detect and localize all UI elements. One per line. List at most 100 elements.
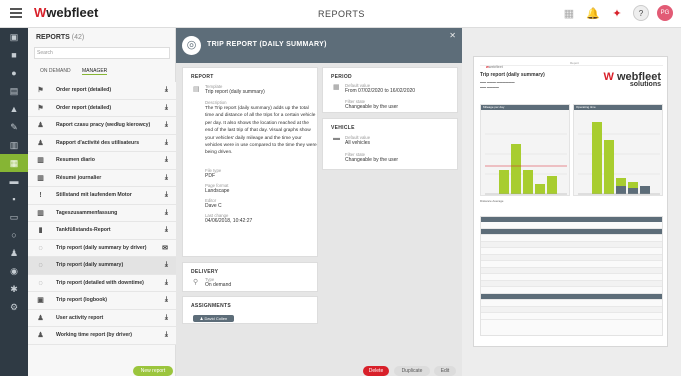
- download-icon[interactable]: ⤓: [165, 174, 168, 182]
- list-item[interactable]: ⚑ Order report (detailed) ⤓: [28, 99, 176, 117]
- close-icon[interactable]: ✕: [449, 31, 456, 40]
- assignments-card: ASSIGNMENTS ♟ David Collen: [182, 296, 318, 324]
- chart-icon: ▥: [37, 174, 44, 182]
- top-bar: Wwebfleet REPORTS ▦ 🔔 ✦ ? PG: [0, 0, 681, 28]
- list-item[interactable]: ♟ Working time report (by driver) ⤓: [28, 327, 176, 345]
- logbook-icon: ▣: [37, 297, 44, 304]
- signal-icon[interactable]: ◉: [0, 262, 28, 280]
- download-icon[interactable]: ⤓: [165, 314, 168, 322]
- driver-icon: ♟: [37, 122, 44, 129]
- settings-icon[interactable]: ✱: [0, 280, 28, 298]
- preview-header: wwebfleet Report: [480, 61, 663, 69]
- list-item[interactable]: ▣ Trip report (logbook) ⤓: [28, 292, 176, 310]
- car-icon: ▬: [333, 135, 340, 142]
- dashboard-icon[interactable]: ▣: [0, 28, 28, 46]
- charts-icon[interactable]: ▥: [0, 136, 28, 154]
- email-icon[interactable]: ✉: [162, 244, 168, 252]
- help-icon[interactable]: ?: [633, 5, 649, 21]
- preview-chart-right: Operating time: [573, 104, 663, 196]
- route-icon: ◌: [38, 244, 43, 252]
- list-item[interactable]: ! Stillstand mit laufendem Motor ⤓: [28, 187, 176, 205]
- trucks-icon[interactable]: ▪: [0, 190, 28, 208]
- download-icon[interactable]: ⤓: [165, 139, 168, 147]
- hamburger-menu-icon[interactable]: [10, 8, 22, 18]
- vehicle-value: All vehicles: [345, 140, 371, 146]
- download-icon[interactable]: ⤓: [165, 296, 168, 304]
- gear-icon[interactable]: ⚙: [0, 298, 28, 316]
- vehicle-card: VEHICLE ▬ Default value All vehicles Fil…: [322, 118, 458, 170]
- section-heading: VEHICLE: [331, 125, 355, 131]
- download-icon[interactable]: ⤓: [165, 104, 168, 112]
- delete-button[interactable]: Delete: [363, 366, 389, 376]
- bell-icon[interactable]: 🔔: [585, 5, 601, 21]
- template-icon: ▤: [193, 86, 200, 93]
- list-item[interactable]: ♟ User activity report ⤓: [28, 309, 176, 327]
- download-icon[interactable]: ⤓: [165, 261, 168, 269]
- alerts-icon[interactable]: ▲: [0, 100, 28, 118]
- report-preview: wwebfleet Report Trip report (daily summ…: [473, 56, 668, 347]
- stacked-bar-chart: [578, 122, 660, 195]
- tab-on-demand[interactable]: ON DEMAND: [40, 68, 71, 74]
- duplicate-button[interactable]: Duplicate: [394, 366, 430, 376]
- user-avatar[interactable]: PG: [657, 5, 673, 21]
- tab-manager[interactable]: MANAGER: [82, 68, 108, 75]
- template-value: Trip report (daily summary): [205, 89, 265, 95]
- page-title: REPORTS: [318, 9, 365, 19]
- section-heading: REPORT: [191, 74, 214, 80]
- reports-title: REPORTS (42): [36, 34, 85, 41]
- vehicles-icon[interactable]: ■: [0, 46, 28, 64]
- drivers-icon[interactable]: ●: [0, 64, 28, 82]
- list-item[interactable]: ▥ Resumen diario ⤓: [28, 152, 176, 170]
- list-item[interactable]: ▥ Tageszusammenfassung ⤓: [28, 204, 176, 222]
- report-detail-panel: ◎ TRIP REPORT (DAILY SUMMARY) ✕ REPORT ▤…: [176, 28, 462, 376]
- clock-icon[interactable]: ○: [0, 226, 28, 244]
- reports-icon[interactable]: ▦: [0, 154, 28, 172]
- list-item[interactable]: ♟ Rapport d'activité des utilisateurs ⤓: [28, 134, 176, 152]
- route-icon: ◎: [182, 36, 201, 55]
- filetype-value: PDF: [205, 173, 215, 179]
- new-report-button[interactable]: New report: [133, 366, 173, 376]
- chart-legend: Distance Average: [480, 199, 504, 203]
- report-card: REPORT ▤ Template Trip report (daily sum…: [182, 67, 318, 257]
- webfleet-logo[interactable]: Wwebfleet: [34, 5, 98, 20]
- period-filter-value: Changeable by the user: [345, 104, 399, 110]
- alert-icon: !: [39, 192, 42, 199]
- tools-icon[interactable]: ✦: [609, 5, 625, 21]
- list-item[interactable]: ♟ Raport czasu pracy (według kierowcy) ⤓: [28, 117, 176, 135]
- list-item[interactable]: ◌ Trip report (daily summary by driver) ✉: [28, 239, 176, 257]
- preview-meta: ▬▬ ▬▬▬▬: [480, 85, 499, 89]
- download-icon[interactable]: ⤓: [165, 279, 168, 287]
- list-item[interactable]: ◌ Trip report (detailed with downtime) ⤓: [28, 274, 176, 292]
- orders-icon[interactable]: ▬: [0, 172, 28, 190]
- detail-header: ◎ TRIP REPORT (DAILY SUMMARY) ✕: [176, 28, 462, 63]
- tools-nav-icon[interactable]: ✎: [0, 118, 28, 136]
- route-icon: ◌: [38, 279, 43, 287]
- user-route-icon: ⚑: [37, 104, 44, 112]
- section-heading: PERIOD: [331, 74, 352, 80]
- route-icon: ◌: [38, 262, 43, 269]
- download-icon[interactable]: ⤓: [165, 86, 168, 94]
- reports-panel: REPORTS (42) Search ON DEMAND MANAGER ⚑ O…: [28, 28, 176, 376]
- preview-meta: ▬▬ ▬▬▬ ▬▬▬▬▬▬: [480, 80, 515, 84]
- list-item-selected[interactable]: ◌ Trip report (daily summary) ⤓: [28, 257, 176, 275]
- list-item[interactable]: ⚑ Order report (detailed) ⤓: [28, 82, 176, 100]
- cards-icon[interactable]: ▭: [0, 208, 28, 226]
- search-input[interactable]: Search: [34, 47, 170, 59]
- apps-grid-icon[interactable]: ▦: [561, 5, 577, 21]
- fuel-icon: ▮: [38, 227, 43, 234]
- download-icon[interactable]: ⤓: [165, 156, 168, 164]
- people-icon[interactable]: ♟: [0, 244, 28, 262]
- download-icon[interactable]: ⤓: [165, 209, 168, 217]
- download-icon[interactable]: ⤓: [165, 331, 168, 339]
- edit-button[interactable]: Edit: [434, 366, 456, 376]
- period-card: PERIOD ▦ Default value From 07/02/2020 t…: [322, 67, 458, 113]
- download-icon[interactable]: ⤓: [165, 121, 168, 129]
- vehicle-filter-value: Changeable by the user: [345, 157, 399, 163]
- download-icon[interactable]: ⤓: [165, 226, 168, 234]
- list-item[interactable]: ▮ Tankfüllstands-Report ⤓: [28, 222, 176, 240]
- list-item[interactable]: ▥ Résumé journalier ⤓: [28, 169, 176, 187]
- assignee-chip[interactable]: ♟ David Collen: [193, 315, 234, 322]
- map-icon[interactable]: ▤: [0, 82, 28, 100]
- download-icon[interactable]: ⤓: [165, 191, 168, 199]
- description-value: The Trip report (daily summary) adds up …: [205, 106, 317, 156]
